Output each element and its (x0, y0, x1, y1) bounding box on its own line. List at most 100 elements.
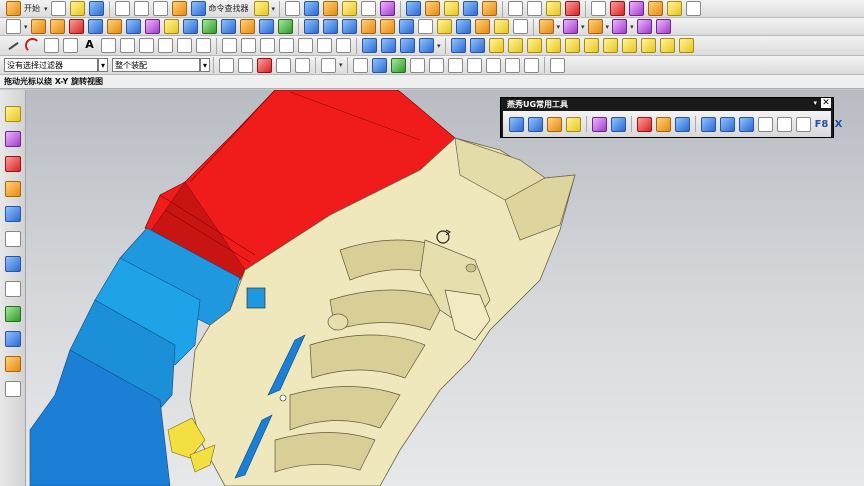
project-curve-icon[interactable] (139, 38, 154, 53)
sketch-icon[interactable] (6, 19, 21, 34)
yx-tool-10-icon[interactable] (701, 116, 716, 132)
chevron-down-icon[interactable]: ▾ (813, 99, 817, 107)
reuse-library-icon[interactable] (4, 181, 21, 197)
deviation-icon[interactable] (610, 1, 626, 16)
mold-tool-7-icon[interactable] (564, 38, 580, 53)
quick-pick-icon[interactable] (549, 57, 565, 73)
save-icon[interactable] (88, 1, 104, 16)
assembly-navigator-icon[interactable] (4, 106, 21, 122)
text-icon[interactable]: A (82, 38, 97, 53)
yx-tool-9-icon[interactable] (675, 116, 690, 132)
extract-curve-icon[interactable] (196, 38, 211, 53)
edge-blend-icon[interactable] (360, 19, 376, 34)
process-studio-icon[interactable] (4, 256, 21, 272)
through-curves-icon[interactable] (362, 38, 377, 53)
face-rule-icon[interactable] (257, 57, 272, 73)
curve-rule-icon[interactable] (276, 57, 291, 73)
shell-icon[interactable] (398, 19, 414, 34)
layer-settings-icon[interactable] (285, 1, 301, 16)
snap-intersection-icon[interactable] (409, 57, 425, 73)
chevron-down-icon[interactable]: ▾ (557, 23, 561, 31)
yx-tool-6-icon[interactable] (611, 116, 626, 132)
split-body-icon[interactable] (455, 19, 471, 34)
block-icon[interactable] (87, 19, 103, 34)
yx-tool-14-icon[interactable] (777, 116, 792, 132)
mold-tool-9-icon[interactable] (602, 38, 618, 53)
snap-existing-point-icon[interactable] (466, 57, 482, 73)
type-filter-dropdown[interactable]: 没有选择过滤器 (4, 58, 98, 72)
orient-view-icon[interactable] (406, 1, 422, 16)
swept-icon[interactable] (400, 38, 415, 53)
selection-scope-arrow[interactable]: ▾ (200, 58, 210, 72)
chevron-down-icon[interactable]: ▾ (437, 42, 441, 50)
highlight-icon[interactable] (546, 1, 562, 16)
resize-face-icon[interactable] (636, 19, 652, 34)
mold-tool-6-icon[interactable] (545, 38, 561, 53)
pad-icon[interactable] (220, 19, 236, 34)
yanxiu-ug-tools-window[interactable]: 燕秀UG常用工具 ▾ ✕ F8 X (500, 97, 842, 138)
subtract-icon[interactable] (322, 19, 338, 34)
part-navigator-icon[interactable] (4, 156, 21, 172)
hole-icon[interactable] (163, 19, 179, 34)
mold-tool-11-icon[interactable] (640, 38, 656, 53)
snap-control-point-icon[interactable] (390, 57, 406, 73)
curve-length-icon[interactable] (279, 38, 294, 53)
extend-curve-icon[interactable] (260, 38, 275, 53)
divide-curve-icon[interactable] (241, 38, 256, 53)
mold-tool-1-icon[interactable] (450, 38, 466, 53)
boss-icon[interactable] (182, 19, 198, 34)
mold-tool-12-icon[interactable] (659, 38, 675, 53)
snap-bounded-grid-icon[interactable] (523, 57, 539, 73)
mold-tool-5-icon[interactable] (526, 38, 542, 53)
history-icon[interactable] (4, 231, 21, 247)
mold-tool-3-icon[interactable] (488, 38, 504, 53)
groove-icon[interactable] (258, 19, 274, 34)
properties-icon[interactable] (686, 1, 702, 16)
analysis-icon[interactable] (591, 1, 607, 16)
yx-color-grid-icon[interactable] (592, 116, 607, 132)
cylinder-icon[interactable] (106, 19, 122, 34)
revolve-icon[interactable] (49, 19, 65, 34)
yx-tool-3-icon[interactable] (547, 116, 562, 132)
n-sided-surface-icon[interactable] (419, 38, 434, 53)
graphics-window[interactable] (26, 90, 864, 486)
slot-icon[interactable] (239, 19, 255, 34)
draft-analysis-icon[interactable] (629, 1, 645, 16)
color-icon[interactable] (380, 1, 396, 16)
mold-tool-4-icon[interactable] (507, 38, 523, 53)
arc-icon[interactable] (25, 38, 40, 53)
mold-tool-2-icon[interactable] (469, 38, 485, 53)
open-file-icon[interactable] (69, 1, 85, 16)
mirror-icon[interactable] (512, 19, 528, 34)
spline-icon[interactable] (63, 38, 78, 53)
command-finder-label[interactable]: 命令查找器 (209, 3, 249, 14)
chevron-down-icon[interactable]: ▾ (24, 23, 28, 31)
paste-icon[interactable] (152, 1, 168, 16)
rectangle-select-icon[interactable] (321, 57, 336, 73)
show-hide-icon[interactable] (323, 1, 339, 16)
snap-on-curve-icon[interactable] (485, 57, 501, 73)
mold-tool-13-icon[interactable] (678, 38, 694, 53)
x-button[interactable]: X (830, 119, 847, 130)
shaded-icon[interactable] (463, 1, 479, 16)
smooth-spline-icon[interactable] (317, 38, 332, 53)
extrude-icon[interactable] (30, 19, 46, 34)
trim-body-icon[interactable] (436, 19, 452, 34)
chevron-down-icon[interactable]: ▾ (339, 61, 343, 69)
wireframe-icon[interactable] (444, 1, 460, 16)
extend-selection-icon[interactable] (295, 57, 310, 73)
new-file-icon[interactable] (50, 1, 66, 16)
edges-icon[interactable] (482, 1, 498, 16)
point-icon[interactable] (44, 38, 59, 53)
chevron-down-icon[interactable]: ▾ (44, 5, 48, 13)
pocket-icon[interactable] (201, 19, 217, 34)
chevron-down-icon[interactable]: ▾ (630, 23, 634, 31)
synchronous-icon[interactable] (655, 19, 671, 34)
sphere-icon[interactable] (144, 19, 160, 34)
chamfer-icon[interactable] (379, 19, 395, 34)
mold-model-view[interactable] (26, 90, 864, 486)
yx-tool-15-icon[interactable] (796, 116, 811, 132)
mold-tool-10-icon[interactable] (621, 38, 637, 53)
sew-icon[interactable] (538, 19, 554, 34)
rib-icon[interactable] (277, 19, 293, 34)
